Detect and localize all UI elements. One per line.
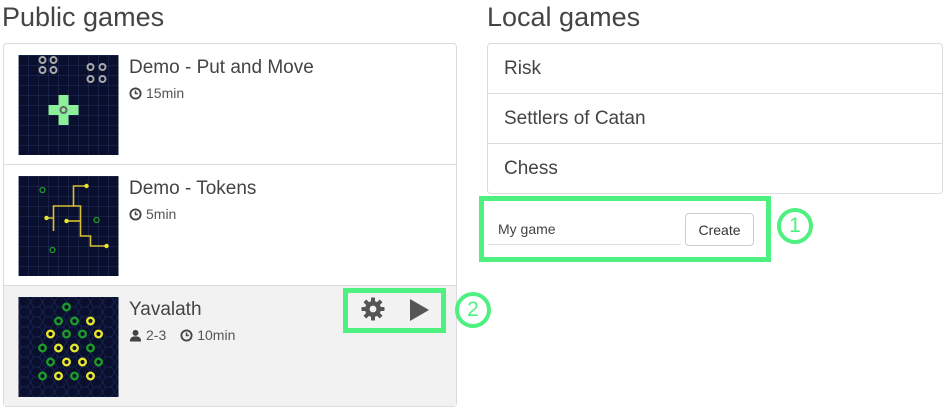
local-game-item-chess[interactable]: Chess xyxy=(488,144,942,193)
game-thumbnail xyxy=(18,55,119,155)
duration: 10min xyxy=(180,327,235,343)
duration-value: 10min xyxy=(197,327,236,343)
public-games-heading: Public games xyxy=(2,2,165,32)
clock-icon xyxy=(180,328,193,342)
local-game-label: Chess xyxy=(504,158,558,179)
game-name-input[interactable] xyxy=(488,213,681,245)
local-games-list: Risk Settlers of Catan Chess xyxy=(487,43,943,194)
play-icon[interactable] xyxy=(408,298,430,322)
user-icon xyxy=(129,329,142,342)
game-title: Demo - Tokens xyxy=(129,178,257,199)
gear-icon[interactable] xyxy=(361,297,385,321)
game-title: Demo - Put and Move xyxy=(129,57,314,78)
public-games-list: Demo - Put and Move 15min Demo - Tokens … xyxy=(3,43,457,407)
players-value: 2-3 xyxy=(146,327,167,343)
local-game-label: Risk xyxy=(504,58,541,79)
duration: 5min xyxy=(129,206,176,222)
callout-box-2 xyxy=(343,288,446,333)
local-game-label: Settlers of Catan xyxy=(504,108,646,129)
local-game-item-risk[interactable]: Risk xyxy=(488,44,942,94)
game-item-demo-tokens[interactable]: Demo - Tokens 5min xyxy=(4,165,456,286)
callout-number-2: 2 xyxy=(455,292,491,328)
game-meta: 5min xyxy=(129,206,190,222)
game-meta: 2-3 10min xyxy=(129,327,249,343)
game-item-demo-put-and-move[interactable]: Demo - Put and Move 15min xyxy=(4,44,456,165)
local-game-item-settlers-of-catan[interactable]: Settlers of Catan xyxy=(488,94,942,144)
game-meta: 15min xyxy=(129,85,198,101)
duration-value: 15min xyxy=(146,85,185,101)
game-thumbnail xyxy=(18,176,119,276)
local-games-heading: Local games xyxy=(487,2,641,32)
callout-number-1: 1 xyxy=(777,208,813,244)
create-button[interactable]: Create xyxy=(685,213,754,246)
clock-icon xyxy=(129,86,142,100)
clock-icon xyxy=(129,207,142,221)
game-title: Yavalath xyxy=(129,299,202,320)
duration-value: 5min xyxy=(146,206,177,222)
duration: 15min xyxy=(129,85,184,101)
players: 2-3 xyxy=(129,327,166,343)
game-thumbnail xyxy=(18,297,119,397)
